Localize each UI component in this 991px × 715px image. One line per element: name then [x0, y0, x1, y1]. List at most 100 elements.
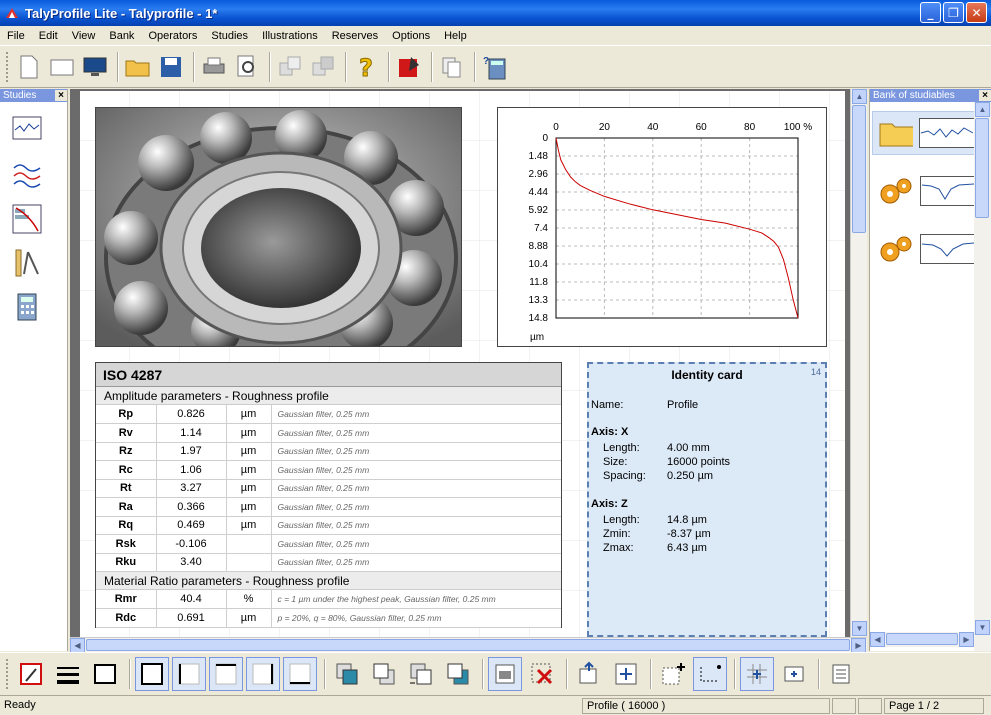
horizontal-scroll-thumb[interactable]: [86, 639, 850, 651]
profile-preview: [920, 234, 976, 264]
open-folder-icon[interactable]: [123, 52, 153, 82]
menu-studies[interactable]: Studies: [204, 30, 255, 42]
add-point-icon[interactable]: [656, 657, 690, 691]
border-bottom-icon[interactable]: [283, 657, 317, 691]
frame-icon[interactable]: [88, 657, 122, 691]
delete-selection-icon[interactable]: [525, 657, 559, 691]
param-name: Rc: [96, 460, 157, 480]
document-settings-icon[interactable]: [488, 657, 522, 691]
menu-help[interactable]: Help: [437, 30, 474, 42]
studies-panel-title: Studies: [3, 90, 37, 101]
param-comment: Gaussian filter, 0.25 mm: [271, 534, 561, 554]
bank-item-folder[interactable]: [872, 111, 976, 155]
print-preview-icon[interactable]: [232, 52, 262, 82]
param-unit: [226, 534, 272, 554]
table-row: Rku 3.40 Gaussian filter, 0.25 mm: [96, 553, 561, 572]
toolbar-grip[interactable]: [6, 659, 10, 689]
help-icon[interactable]: ?: [351, 52, 381, 82]
border-color-icon[interactable]: [14, 657, 48, 691]
toolbar-grip[interactable]: [6, 51, 10, 82]
param-value: 0.366: [156, 497, 227, 517]
bank-scroll-up-button[interactable]: ▲: [975, 102, 990, 117]
bank-horizontal-scrollbar[interactable]: ◀ ▶: [870, 632, 974, 647]
monitor-icon[interactable]: [80, 52, 110, 82]
param-value: 1.14: [156, 423, 227, 443]
table-row: Rmr 40.4% c = 1 µm under the highest peak,…: [96, 590, 561, 609]
multi-profile-study-icon[interactable]: [12, 160, 42, 190]
document-vertical-scrollbar[interactable]: ▲ ▼: [850, 89, 867, 637]
calculator-help-icon[interactable]: ?: [480, 52, 510, 82]
measure-tools-icon[interactable]: [12, 248, 42, 278]
window-title: TalyProfile Lite - Talyprofile - 1*: [25, 5, 218, 21]
identity-card-number: 14: [810, 367, 821, 377]
svg-text:?: ?: [359, 54, 373, 80]
bank-scroll-down-button[interactable]: ▼: [975, 620, 990, 635]
menu-view[interactable]: View: [65, 30, 103, 42]
scroll-left-button[interactable]: ◀: [70, 638, 85, 653]
send-backward-icon[interactable]: [441, 657, 475, 691]
title-bar: TalyProfile Lite - Talyprofile - 1* _ ❐ …: [0, 0, 991, 26]
menu-file[interactable]: File: [0, 30, 32, 42]
anchor-icon[interactable]: [572, 657, 606, 691]
abbott-curve-study-icon[interactable]: [12, 204, 42, 234]
copy-disabled-icon[interactable]: [275, 52, 305, 82]
bank-scroll-right-button[interactable]: ▶: [959, 632, 974, 647]
menu-operators[interactable]: Operators: [141, 30, 204, 42]
minimize-button[interactable]: _: [920, 2, 941, 23]
scroll-down-button[interactable]: ▼: [852, 621, 867, 636]
gears-icon: [880, 236, 912, 262]
menu-illustrations[interactable]: Illustrations: [255, 30, 325, 42]
restore-button[interactable]: ❐: [943, 2, 964, 23]
table-row: Rq 0.469 µm Gaussian filter, 0.25 mm: [96, 516, 561, 535]
iso-title: ISO 4287: [96, 363, 561, 387]
bring-to-front-icon[interactable]: [330, 657, 364, 691]
menu-reserves[interactable]: Reserves: [325, 30, 385, 42]
profile-study-icon[interactable]: [12, 116, 42, 146]
edit-red-icon[interactable]: [394, 52, 424, 82]
snap-icon[interactable]: [777, 657, 811, 691]
menu-options[interactable]: Options: [385, 30, 437, 42]
new-document-icon[interactable]: [14, 52, 44, 82]
bank-vertical-scrollbar[interactable]: ▲ ▼: [974, 102, 991, 651]
bank-panel-close-button[interactable]: ×: [979, 90, 991, 101]
menu-edit[interactable]: Edit: [32, 30, 65, 42]
x-length-value: 4.00 mm: [667, 442, 710, 454]
document-horizontal-scrollbar[interactable]: ◀ ▶: [70, 637, 867, 653]
print-icon[interactable]: [199, 52, 229, 82]
menu-bank[interactable]: Bank: [102, 30, 141, 42]
scroll-right-button[interactable]: ▶: [851, 638, 866, 653]
border-top-icon[interactable]: [209, 657, 243, 691]
bank-scroll-thumb[interactable]: [975, 118, 989, 218]
bank-scroll-left-button[interactable]: ◀: [870, 632, 885, 647]
studies-panel-close-button[interactable]: ×: [55, 90, 67, 101]
grid-icon[interactable]: [740, 657, 774, 691]
save-icon[interactable]: [156, 52, 186, 82]
border-right-icon[interactable]: [246, 657, 280, 691]
bring-forward-icon[interactable]: [404, 657, 438, 691]
x-size-label: Size:: [603, 456, 628, 468]
line-width-icon[interactable]: [51, 657, 85, 691]
param-unit: µm: [226, 497, 272, 517]
border-left-icon[interactable]: [172, 657, 206, 691]
new-template-icon[interactable]: [47, 52, 77, 82]
vertical-scroll-thumb[interactable]: [852, 105, 866, 233]
duplicate-icon[interactable]: [437, 52, 467, 82]
close-button[interactable]: ✕: [966, 2, 987, 23]
table-row: Rdc 0.691 µm p = 20%, q = 80%, Gaussian fil…: [96, 608, 561, 628]
menu-bar: File Edit View Bank Operators Studies Il…: [0, 26, 991, 45]
dimension-icon[interactable]: [693, 657, 727, 691]
x-tick-label: 80: [744, 122, 756, 133]
bank-hscroll-thumb[interactable]: [886, 633, 958, 645]
properties-icon[interactable]: [824, 657, 858, 691]
scroll-up-button[interactable]: ▲: [852, 89, 867, 104]
bank-item-operator-2[interactable]: [872, 227, 976, 271]
border-all-icon[interactable]: [135, 657, 169, 691]
bank-item-operator-1[interactable]: [872, 169, 976, 213]
paste-disabled-icon[interactable]: [308, 52, 338, 82]
calculator-icon[interactable]: [12, 292, 42, 322]
status-empty-2: [858, 697, 882, 714]
table-row: Rt 3.27 µm Gaussian filter, 0.25 mm: [96, 479, 561, 498]
center-icon[interactable]: [609, 657, 643, 691]
identity-card[interactable]: Identity card 14 Name: Profile Axis: X L…: [587, 362, 827, 637]
send-to-back-icon[interactable]: [367, 657, 401, 691]
